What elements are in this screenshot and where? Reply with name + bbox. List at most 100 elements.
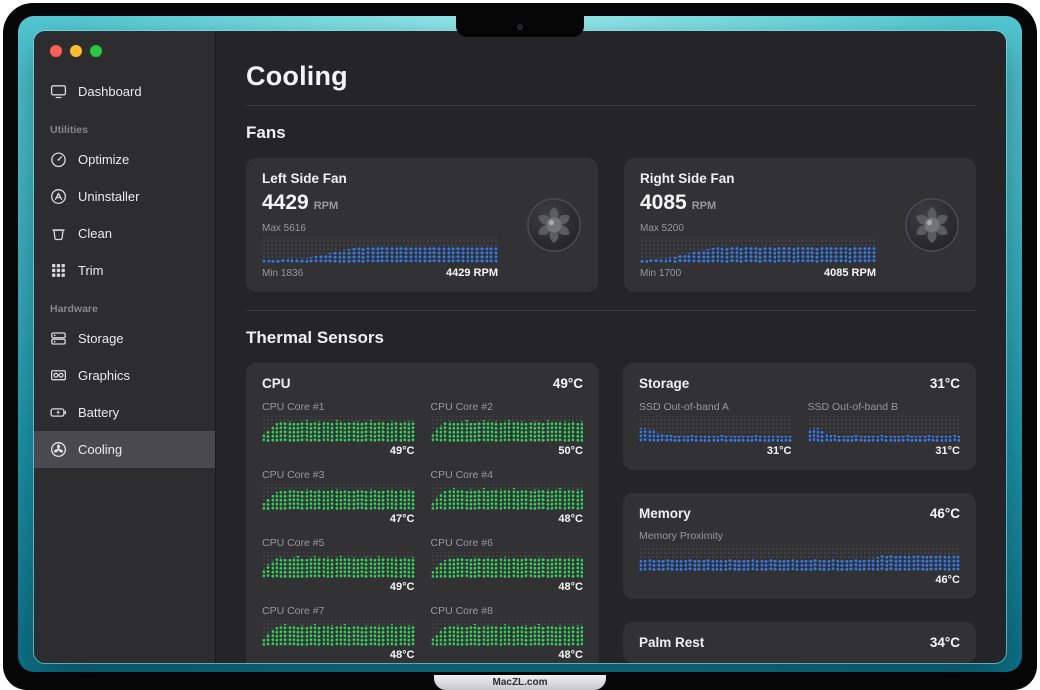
sensor-card-cpu: CPU 49°C CPU Core #1 49°C <box>246 363 599 663</box>
sub-temp: 31°C <box>639 445 792 457</box>
sensor-card-memory: Memory 46°C Memory Proximity 46°C <box>623 493 976 599</box>
fan-max-label: Max 5200 <box>640 223 876 234</box>
cpu-core-cell: CPU Core #1 49°C <box>262 401 415 457</box>
core-label: CPU Core #3 <box>262 469 415 481</box>
laptop-bezel: Dashboard Utilities Optimize <box>3 3 1037 690</box>
core-label: CPU Core #7 <box>262 605 415 617</box>
sidebar-section-utilities: Utilities <box>34 110 215 141</box>
server-icon <box>48 329 68 349</box>
sidebar-item-trim[interactable]: Trim <box>34 252 215 289</box>
fan-rpm-unit: RPM <box>692 200 716 212</box>
sensor-temp: 46°C <box>930 506 960 521</box>
sidebar-item-label: Storage <box>78 331 124 346</box>
display-notch <box>456 16 584 37</box>
fan-name: Left Side Fan <box>262 171 498 186</box>
sidebar-nav: Dashboard Utilities Optimize <box>34 73 215 468</box>
close-button[interactable] <box>50 45 62 57</box>
main-content[interactable]: Cooling Fans Left Side Fan 4429 RPM <box>216 31 1006 663</box>
cpu-core-cell: CPU Core #8 48°C <box>431 605 584 661</box>
fan-current-label: 4429 RPM <box>446 267 498 279</box>
memory-sub-cell: Memory Proximity 46°C <box>639 530 960 586</box>
sidebar-item-battery[interactable]: Battery <box>34 394 215 431</box>
sensor-card-palm-rest: Palm Rest 34°C <box>623 622 976 663</box>
cpu-core-cell: CPU Core #2 50°C <box>431 401 584 457</box>
sub-chart <box>639 416 792 442</box>
fan-history-chart <box>262 237 498 263</box>
fans-grid: Left Side Fan 4429 RPM Max 5616 Min 1836… <box>246 158 976 292</box>
cpu-core-cell: CPU Core #5 49°C <box>262 537 415 593</box>
cpu-core-cell: CPU Core #3 47°C <box>262 469 415 525</box>
sidebar-item-cooling[interactable]: Cooling <box>34 431 215 468</box>
sensor-name: Memory <box>639 506 691 521</box>
core-temp: 48°C <box>431 649 584 661</box>
core-chart <box>262 416 415 442</box>
sensor-name: Palm Rest <box>639 635 704 650</box>
core-temp: 48°C <box>431 581 584 593</box>
core-temp: 50°C <box>431 445 584 457</box>
core-temp: 49°C <box>262 445 415 457</box>
cpu-core-cell: CPU Core #4 48°C <box>431 469 584 525</box>
watermark: MacZL.com <box>492 677 547 688</box>
fan-card-right: Right Side Fan 4085 RPM Max 5200 Min 170… <box>624 158 976 292</box>
display-icon <box>48 82 68 102</box>
cpu-core-cell: CPU Core #7 48°C <box>262 605 415 661</box>
core-label: CPU Core #6 <box>431 537 584 549</box>
sub-label: SSD Out-of-band B <box>808 401 961 413</box>
sidebar-item-label: Optimize <box>78 152 129 167</box>
sensor-temp: 31°C <box>930 376 960 391</box>
bucket-icon <box>48 224 68 244</box>
fan-rpm-unit: RPM <box>314 200 338 212</box>
app-window: Dashboard Utilities Optimize <box>34 31 1006 663</box>
laptop-screen: Dashboard Utilities Optimize <box>18 16 1022 672</box>
fan-min-label: Min 1700 <box>640 268 681 279</box>
sensor-name: CPU <box>262 376 291 391</box>
screenshot-stage: Dashboard Utilities Optimize <box>0 0 1040 690</box>
minimize-button[interactable] <box>70 45 82 57</box>
core-chart <box>431 620 584 646</box>
sidebar-item-label: Clean <box>78 226 112 241</box>
sensor-temp: 49°C <box>553 376 583 391</box>
traffic-lights <box>34 45 215 57</box>
sub-temp: 31°C <box>808 445 961 457</box>
fan-name: Right Side Fan <box>640 171 876 186</box>
core-label: CPU Core #5 <box>262 537 415 549</box>
core-chart <box>262 484 415 510</box>
sensor-card-storage: Storage 31°C SSD Out-of-band A 31°C <box>623 363 976 470</box>
fan-badge-icon <box>890 171 960 279</box>
divider <box>246 310 976 311</box>
storage-sub-cell: SSD Out-of-band A 31°C <box>639 401 792 457</box>
thermal-grid: CPU 49°C CPU Core #1 49°C <box>246 363 976 663</box>
sub-label: SSD Out-of-band A <box>639 401 792 413</box>
core-chart <box>431 416 584 442</box>
gpu-icon <box>48 366 68 386</box>
fan-badge-icon <box>512 171 582 279</box>
sidebar-item-uninstaller[interactable]: Uninstaller <box>34 178 215 215</box>
fan-current-label: 4085 RPM <box>824 267 876 279</box>
sidebar-item-label: Graphics <box>78 368 130 383</box>
sidebar-item-clean[interactable]: Clean <box>34 215 215 252</box>
core-chart <box>431 484 584 510</box>
core-temp: 47°C <box>262 513 415 525</box>
storage-sub-cell: SSD Out-of-band B 31°C <box>808 401 961 457</box>
thermal-heading: Thermal Sensors <box>246 328 976 348</box>
sensor-name: Storage <box>639 376 689 391</box>
core-chart <box>262 620 415 646</box>
sidebar-item-storage[interactable]: Storage <box>34 320 215 357</box>
gauge-icon <box>48 150 68 170</box>
sidebar-item-optimize[interactable]: Optimize <box>34 141 215 178</box>
sidebar-section-hardware: Hardware <box>34 289 215 320</box>
sidebar-item-dashboard[interactable]: Dashboard <box>34 73 215 110</box>
laptop-lip: MacZL.com <box>434 675 606 690</box>
sub-chart <box>639 545 960 571</box>
core-label: CPU Core #2 <box>431 401 584 413</box>
sidebar-item-graphics[interactable]: Graphics <box>34 357 215 394</box>
camera-dot <box>517 24 523 30</box>
fan-rpm-value: 4429 <box>262 191 309 215</box>
zoom-button[interactable] <box>90 45 102 57</box>
sensor-temp: 34°C <box>930 635 960 650</box>
core-temp: 48°C <box>262 649 415 661</box>
fan-icon <box>48 440 68 460</box>
core-label: CPU Core #8 <box>431 605 584 617</box>
fan-rpm-value: 4085 <box>640 191 687 215</box>
page-title: Cooling <box>246 61 976 92</box>
